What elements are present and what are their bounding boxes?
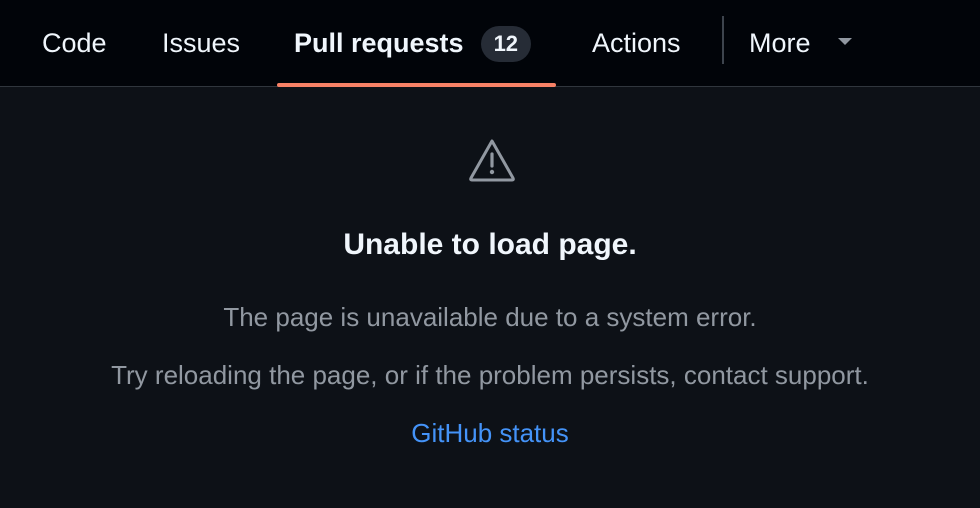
- chevron-down-icon[interactable]: [838, 38, 852, 45]
- github-status-link[interactable]: GitHub status: [0, 418, 980, 449]
- tab-issues-label: Issues: [162, 28, 241, 58]
- tab-more-dropdown[interactable]: More: [749, 0, 811, 87]
- tab-actions-label: Actions: [592, 28, 681, 58]
- alert-triangle-icon: [469, 139, 515, 182]
- tab-more-label: More: [749, 28, 811, 58]
- tab-issues[interactable]: Issues: [162, 0, 240, 87]
- error-title: Unable to load page.: [343, 228, 637, 261]
- error-help-text: Try reloading the page, or if the proble…: [111, 360, 869, 390]
- tab-actions[interactable]: Actions: [592, 0, 681, 87]
- tab-code-label: Code: [42, 28, 107, 58]
- nav-divider: [722, 16, 724, 64]
- selected-tab-underline: [277, 83, 556, 87]
- error-description: The page is unavailable due to a system …: [223, 302, 757, 332]
- tab-code[interactable]: Code: [42, 0, 107, 87]
- tab-pull-requests[interactable]: Pull requests 12: [294, 0, 532, 87]
- tab-pull-requests-label: Pull requests: [294, 28, 464, 58]
- pull-requests-count-badge: 12: [480, 25, 532, 62]
- repo-nav: Code Issues Pull requests 12 Actions Mor…: [0, 0, 980, 87]
